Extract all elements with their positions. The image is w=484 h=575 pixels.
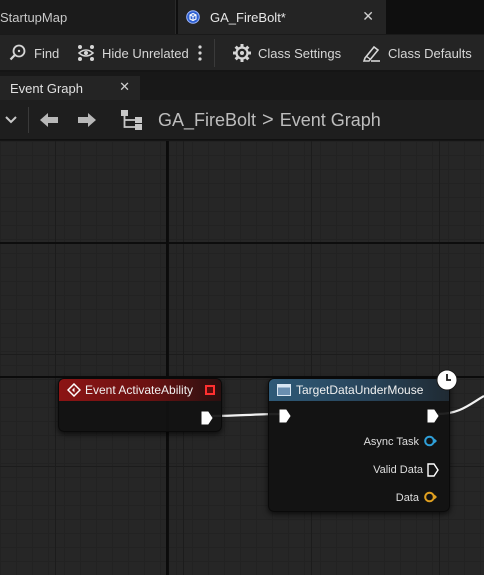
event-activate-ability-node[interactable]: Event ActivateAbility [58,378,222,432]
async-task-pin[interactable] [424,435,438,447]
clock-icon [436,369,458,391]
target-data-under-mouse-node[interactable]: TargetDataUnderMouse Async Task Valid Da… [268,369,458,512]
event-diamond-icon [67,383,81,397]
delegate-pin[interactable] [205,385,215,395]
exec-output-pin[interactable] [201,411,213,425]
node-header: TargetDataUnderMouse [269,379,449,401]
data-pin[interactable] [424,491,438,503]
node-header: Event ActivateAbility [59,379,221,401]
function-node-icon [277,384,291,396]
node-title: Event ActivateAbility [85,383,194,397]
exec-input-pin[interactable] [279,409,291,423]
async-task-pin-label: Async Task [363,436,419,448]
data-pin-label: Data [395,492,419,504]
valid-data-pin-label: Valid Data [373,464,423,476]
node-title: TargetDataUnderMouse [296,383,424,397]
exec-output-pin[interactable] [427,409,439,423]
valid-data-exec-pin[interactable] [427,463,439,477]
